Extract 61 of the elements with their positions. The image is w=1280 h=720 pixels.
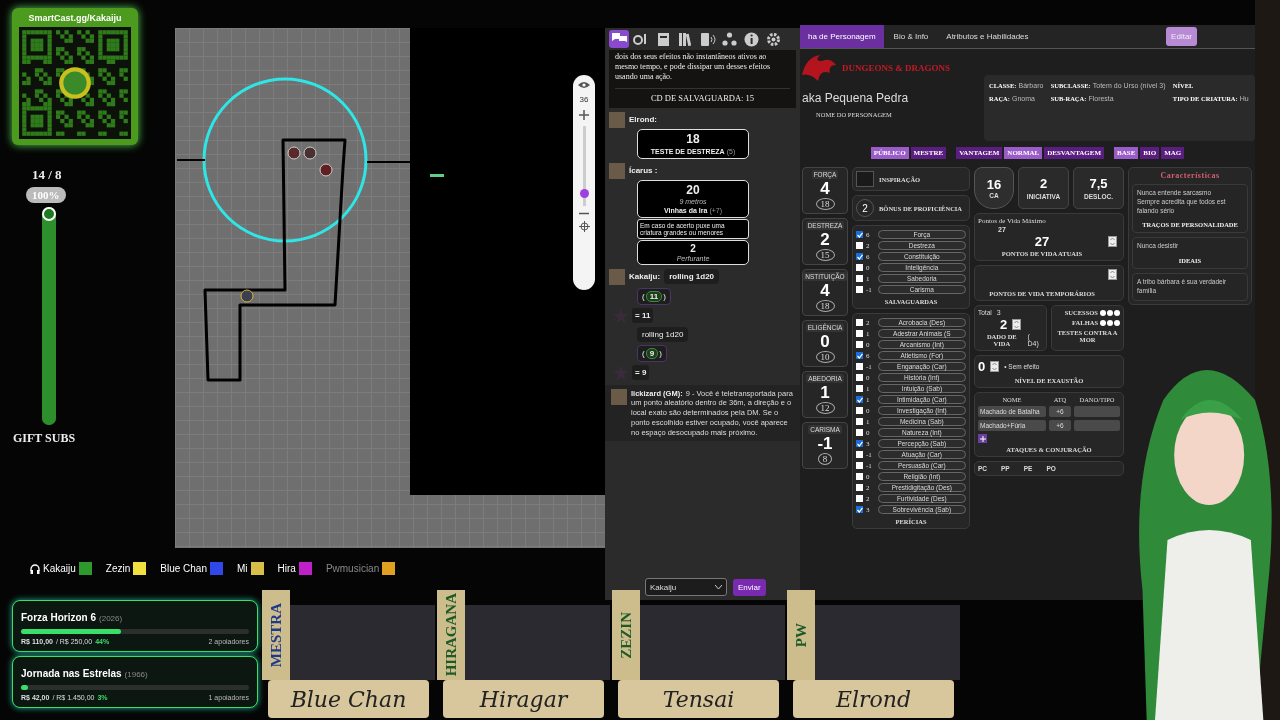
percent-badge: 100% bbox=[26, 187, 66, 203]
banner-text: HIRAGANA bbox=[442, 593, 460, 677]
member-name: Blue Chan bbox=[160, 563, 207, 574]
member-name: Kakaiju bbox=[43, 563, 76, 574]
die-value: 11 bbox=[645, 290, 663, 302]
stat-value: 16 bbox=[986, 177, 1002, 192]
zoom-value: 36 bbox=[579, 95, 589, 104]
logo-text: DUNGEONS & DRAGONS bbox=[842, 63, 950, 73]
roll-command: rolling 1d20 bbox=[637, 326, 689, 342]
ability-modifier: 1 bbox=[820, 384, 830, 401]
ability-modifier: 0 bbox=[820, 333, 830, 350]
bracket-text: ( bbox=[642, 291, 645, 301]
panel-title: Características bbox=[1159, 171, 1221, 180]
bracket-text: ) bbox=[659, 348, 662, 358]
goal-label: GIFT SUBS bbox=[13, 431, 76, 446]
member-name: Mi bbox=[236, 563, 248, 574]
send-button[interactable]: Enviar bbox=[733, 578, 766, 596]
message-author: Kakaiju: bbox=[629, 272, 661, 282]
goal-year: (2026) bbox=[99, 614, 123, 623]
hit-dice-value: 2 bbox=[999, 317, 1008, 332]
stat-value: 2 bbox=[1039, 176, 1048, 191]
goal-title: Jornada nas Estrelas bbox=[21, 668, 122, 679]
goal-title: Forza Horizon 6 bbox=[21, 612, 96, 623]
roll-total: = 9 bbox=[632, 365, 650, 381]
member-name: Pwmusician bbox=[325, 563, 380, 574]
sheet-tab[interactable]: Bio & Info bbox=[885, 25, 937, 48]
sheet-tab[interactable]: ha de Personagem bbox=[800, 25, 884, 48]
player-name: Elrond bbox=[835, 686, 912, 712]
ability-modifier: 2 bbox=[820, 231, 830, 248]
die-value: 9 bbox=[645, 347, 659, 359]
roll-total: = 11 bbox=[632, 308, 654, 324]
damage-value: 2 bbox=[690, 242, 696, 254]
bracket-text: ) bbox=[663, 291, 666, 301]
bracket-text: ( bbox=[642, 348, 645, 358]
player-name: Hiragar bbox=[479, 686, 568, 712]
roll-result: 18 bbox=[686, 131, 700, 146]
banner-text: PW bbox=[792, 622, 810, 648]
save-dc: CD DE SALVAGUARDA: 15 bbox=[615, 88, 790, 104]
ability-modifier: -1 bbox=[817, 435, 833, 452]
member-name: Zezin bbox=[105, 563, 131, 574]
message-author: Elrond: bbox=[629, 115, 657, 125]
exhaustion-value: 0 bbox=[978, 359, 986, 374]
goal-year: (1966) bbox=[124, 670, 148, 679]
player-name: Tensai bbox=[662, 686, 735, 712]
banner-text: MESTRA bbox=[267, 602, 285, 668]
stat-value: 7,5 bbox=[1089, 176, 1108, 191]
character-name[interactable]: aka Pequena Pedra bbox=[802, 91, 978, 105]
sub-count: 14 / 8 bbox=[32, 167, 62, 183]
roll-result: 20 bbox=[686, 182, 700, 197]
spell-description: dois dos seus efeitos não instantâneos ativos ao mesmo tempo, e pode dissipar um desses efeitos usando uma ação. bbox=[615, 52, 772, 82]
current-hp-value: 27 bbox=[1033, 234, 1051, 249]
banner-text: ZEZIN bbox=[617, 611, 635, 659]
roll-command: rolling 1d20 bbox=[664, 269, 720, 285]
qr-url-label: SmartCast.gg/Kakaiju bbox=[28, 13, 122, 23]
message-author: Ícarus : bbox=[629, 166, 658, 176]
speaker-select[interactable]: Kakaiju bbox=[645, 578, 727, 596]
ability-modifier: 4 bbox=[820, 180, 830, 197]
ability-modifier: 4 bbox=[820, 282, 830, 299]
player-name: Blue Chan bbox=[290, 686, 407, 712]
member-name: Hira bbox=[277, 563, 296, 574]
sheet-tab[interactable]: Atributos e Habilidades bbox=[938, 25, 1037, 48]
